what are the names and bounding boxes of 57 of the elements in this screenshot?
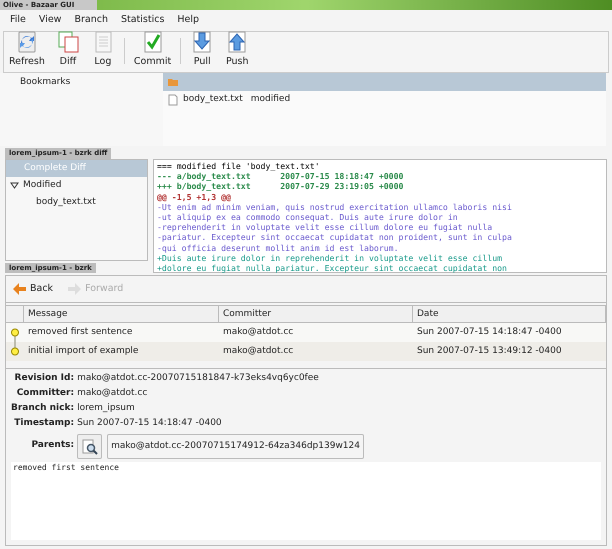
column-header[interactable]: Date (413, 306, 606, 322)
panel-heading: Bookmarks (20, 77, 70, 87)
diff-line: -qui officia deserunt mollit anim id est laborum. (157, 242, 400, 253)
column-header[interactable]: Committer (219, 306, 413, 322)
commit-row[interactable]: initial import of example mako@atdot.cc Sun 2007-07-15 13:49:12 -0400 (6, 342, 606, 361)
diff-line: -ut aliquip ex ea commodo consequat. Duis aute irure dolor in (157, 212, 459, 222)
file-icon (167, 94, 179, 106)
table-cell-text: initial import of example (27, 344, 140, 358)
parent-button[interactable]: mako@atdot.cc-20070715174912-64za346dp139w124 (107, 434, 364, 459)
diff-line: +++ b/body_text.txt 2007-07-29 23:19:05 +0000 (157, 181, 404, 192)
diff-line: --- a/body_text.txt 2007-07-15 18:18:47 +0000 (157, 171, 404, 182)
menu-item[interactable]: File (10, 13, 26, 28)
menu-item[interactable]: Branch (74, 13, 108, 28)
toolbar-button[interactable]: Pull (188, 30, 216, 69)
table-cell-text: removed first sentence (27, 326, 134, 339)
tree-item[interactable]: Modified (6, 177, 147, 194)
folder-icon (167, 76, 179, 88)
field-value: mako@atdot.cc-20070715181847-k73eks4vq6yc0fee (77, 372, 320, 385)
file-name: body_text.txt (183, 93, 243, 106)
toolbar-button[interactable]: Refresh (7, 30, 47, 69)
diff-line: +dolore eu fugiat nulla pariatur. Excepteur sint occaecat cupidatat non (157, 263, 508, 274)
expander-icon[interactable] (10, 182, 19, 189)
field-value: mako@atdot.cc (77, 387, 148, 400)
field-value: Sun 2007-07-15 14:18:47 -0400 (77, 417, 223, 430)
message-view: removed first sentence (11, 462, 601, 540)
diff-line: -pariatur. Excepteur sint occaecat cupidatat non proident, sunt in culpa (157, 232, 513, 243)
table-cell-text: mako@atdot.cc (222, 344, 294, 358)
view-button[interactable] (77, 434, 102, 459)
search-icon (82, 438, 98, 454)
arrow-icon (12, 282, 27, 296)
field-value: lorem_ipsum (77, 402, 136, 415)
field-label: Parents: (30, 439, 74, 452)
toolbar-button[interactable]: Push (223, 30, 252, 69)
field-label: Committer: (16, 387, 74, 400)
commit-row[interactable]: removed first sentence mako@atdot.cc Sun 2007-07-15 14:18:47 -0400 (6, 323, 606, 342)
toolbar-button[interactable]: Commit (132, 30, 174, 69)
file-status: modified (250, 93, 290, 106)
toolbar-button[interactable]: Log (88, 30, 117, 69)
table-cell-text: Sun 2007-07-15 14:18:47 -0400 (416, 326, 563, 339)
column-header[interactable]: Message (24, 306, 219, 322)
table-cell-text: Sun 2007-07-15 13:49:12 -0400 (416, 344, 563, 358)
menu-item[interactable]: View (38, 13, 62, 28)
diff-line: === modified file 'body_text.txt' (157, 161, 321, 172)
field-label: Branch nick: (11, 402, 74, 415)
diff-line: +Duis aute irure dolor in reprehenderit in voluptate velit esse cillum (157, 252, 504, 264)
menu-item[interactable]: Statistics (120, 13, 164, 28)
diff-line: @@ -1,5 +1,3 @@ (157, 192, 232, 202)
back-button[interactable]: Back (12, 282, 54, 296)
diff-line: -reprehenderit in voluptate velit esse cillum dolore eu fugiat nulla (157, 222, 494, 232)
file-row[interactable]: body_text.txt modified (163, 91, 606, 109)
toolbar-button[interactable]: Diff (54, 30, 82, 69)
tree-item[interactable]: body_text.txt (6, 194, 147, 211)
field-label: Timestamp: (13, 417, 74, 430)
field-label: Revision Id: (14, 372, 74, 385)
diff-line: -Ut enim ad minim veniam, quis nostrud exercitation ullamco laboris nisi (157, 202, 513, 212)
table-cell-text: mako@atdot.cc (222, 326, 294, 339)
menu-item[interactable]: Help (177, 13, 200, 28)
